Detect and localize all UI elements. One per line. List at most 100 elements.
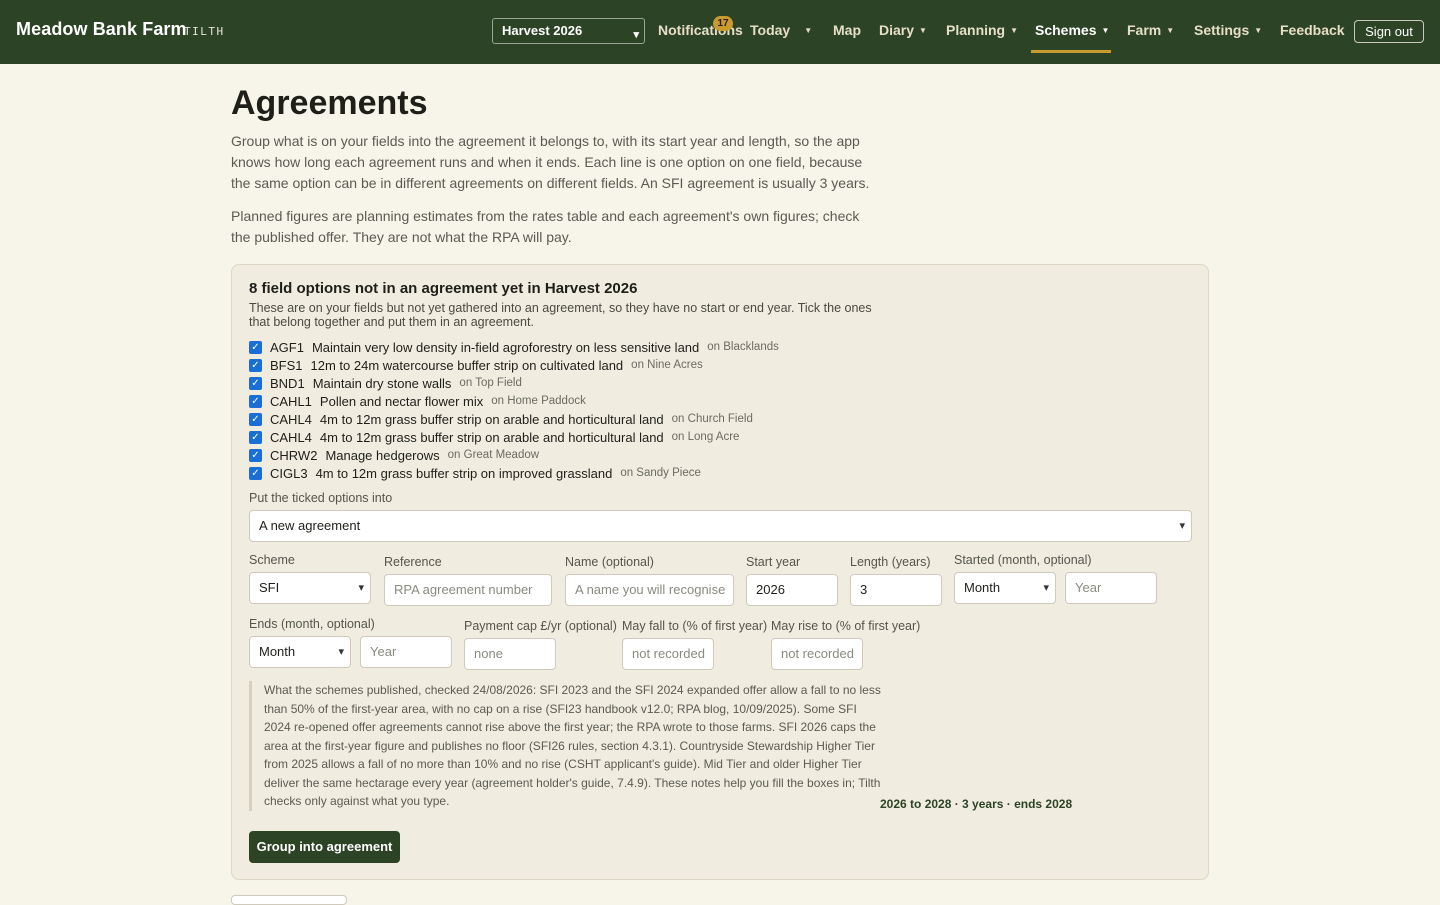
checkbox-checked[interactable]: ✓ — [249, 466, 262, 480]
option-field: on Sandy Piece — [620, 467, 701, 479]
option-field: on Home Paddock — [491, 395, 586, 407]
chevron-down-icon: ▾ — [1179, 520, 1185, 532]
option-code: CAHL1 — [270, 393, 312, 409]
chevron-down-icon: ▾ — [338, 646, 344, 658]
length-label: Length (years) — [850, 555, 931, 569]
started-month-select[interactable]: Month ▾ — [954, 572, 1056, 604]
nav-feedback[interactable]: Feedback — [1280, 22, 1345, 38]
option-code: CIGL3 — [270, 465, 308, 481]
option-title: 4m to 12m grass buffer strip on arable a… — [319, 411, 664, 427]
option-title: Maintain very low density in-field agrof… — [311, 339, 700, 355]
group-into-agreement-button[interactable]: Group into agreement — [249, 831, 400, 863]
checkbox-checked[interactable]: ✓ — [249, 412, 262, 426]
nav-map[interactable]: Map — [833, 22, 861, 38]
checkbox-checked[interactable]: ✓ — [249, 340, 262, 354]
caret-down-icon: ▼ — [1254, 26, 1263, 35]
ends-label: Ends (month, optional) — [249, 617, 375, 631]
option-code: CAHL4 — [270, 429, 312, 445]
option-title: Pollen and nectar flower mix — [319, 393, 484, 409]
checkbox-checked[interactable]: ✓ — [249, 430, 262, 444]
panel-subtitle: These are on your fields but not yet gat… — [249, 301, 872, 329]
option-title: 12m to 24m watercourse buffer strip on c… — [310, 357, 624, 373]
harvest-select[interactable]: Harvest 2026 ▾ — [492, 18, 645, 44]
checkbox-checked[interactable]: ✓ — [249, 394, 262, 408]
option-row[interactable]: ✓ BND1 Maintain dry stone walls on Top F… — [249, 374, 779, 392]
next-section-control[interactable] — [231, 895, 347, 905]
page-intro: Group what is on your fields into the ag… — [231, 133, 870, 191]
checkbox-checked[interactable]: ✓ — [249, 448, 262, 462]
may-fall-input[interactable]: not recorded — [622, 638, 714, 670]
nav-farm[interactable]: Farm ▼ — [1127, 22, 1174, 38]
option-field: on Blacklands — [707, 341, 779, 353]
nav-map-label: Map — [833, 22, 861, 38]
option-row[interactable]: ✓ CAHL4 4m to 12m grass buffer strip on … — [249, 410, 779, 428]
checkbox-checked[interactable]: ✓ — [249, 358, 262, 372]
scheme-label: Scheme — [249, 553, 295, 567]
scheme-select-value: SFI — [259, 580, 280, 595]
nav-farm-label: Farm — [1127, 22, 1162, 38]
chevron-down-icon: ▾ — [358, 582, 364, 594]
agreement-target-select[interactable]: A new agreement ▾ — [249, 510, 1192, 542]
started-month-value: Month — [964, 580, 1001, 595]
sign-out-button[interactable]: Sign out — [1354, 20, 1424, 43]
nav-diary-label: Diary — [879, 22, 915, 38]
scheme-select[interactable]: SFI ▾ — [249, 572, 371, 604]
page-intro-disclaimer: Planned figures are planning estimates f… — [231, 208, 860, 245]
caret-down-icon: ▼ — [1101, 26, 1110, 35]
caret-down-icon: ▼ — [1166, 26, 1175, 35]
option-field: on Church Field — [671, 413, 753, 425]
ends-year-input[interactable]: Year — [360, 636, 452, 668]
option-list: ✓ AGF1 Maintain very low density in-fiel… — [249, 338, 779, 482]
option-code: BND1 — [270, 375, 305, 391]
option-title: Maintain dry stone walls — [312, 375, 452, 391]
checkbox-checked[interactable]: ✓ — [249, 376, 262, 390]
start-year-label: Start year — [746, 555, 801, 569]
unassigned-options-panel: 8 field options not in an agreement yet … — [231, 264, 1209, 880]
brand-tag: TILTH — [184, 25, 225, 38]
length-input[interactable]: 3 — [850, 574, 942, 606]
agreement-period-summary: 2026 to 2028 · 3 years · ends 2028 — [880, 797, 1073, 811]
option-field: on Great Meadow — [447, 449, 540, 461]
notification-count-badge: 17 — [713, 16, 733, 31]
option-row[interactable]: ✓ CAHL1 Pollen and nectar flower mix on … — [249, 392, 779, 410]
option-field: on Top Field — [459, 377, 522, 389]
brand-name[interactable]: Meadow Bank Farm — [16, 19, 187, 40]
top-navbar: Meadow Bank Farm TILTH Harvest 2026 ▾ No… — [0, 0, 1440, 64]
may-fall-label: May fall to (% of first year) — [622, 619, 768, 633]
may-rise-input[interactable]: not recorded — [771, 638, 863, 670]
caret-down-icon: ▼ — [804, 26, 813, 35]
nav-schemes[interactable]: Schemes ▼ — [1035, 22, 1109, 38]
option-row[interactable]: ✓ CAHL4 4m to 12m grass buffer strip on … — [249, 428, 779, 446]
agreement-target-value: A new agreement — [259, 518, 361, 533]
option-title: 4m to 12m grass buffer strip on improved… — [315, 465, 613, 481]
reference-label: Reference — [384, 555, 442, 569]
started-year-input[interactable]: Year — [1065, 572, 1157, 604]
nav-settings-label: Settings — [1194, 22, 1250, 38]
started-label: Started (month, optional) — [954, 553, 1092, 567]
reference-input[interactable]: RPA agreement number — [384, 574, 552, 606]
option-code: BFS1 — [270, 357, 303, 373]
option-field: on Nine Acres — [631, 359, 703, 371]
nav-diary[interactable]: Diary ▼ — [879, 22, 927, 38]
nav-planning[interactable]: Planning ▼ — [946, 22, 1018, 38]
caret-down-icon: ▼ — [919, 26, 927, 35]
start-year-input[interactable]: 2026 — [746, 574, 838, 606]
option-field: on Long Acre — [671, 431, 740, 443]
ends-month-select[interactable]: Month ▾ — [249, 636, 351, 668]
chevron-down-icon: ▾ — [1043, 582, 1049, 594]
option-code: CAHL4 — [270, 411, 312, 427]
name-input[interactable]: A name you will recognise — [565, 574, 734, 606]
option-code: AGF1 — [270, 339, 304, 355]
into-label: Put the ticked options into — [249, 491, 393, 505]
payment-cap-label: Payment cap £/yr (optional) — [464, 619, 617, 633]
nav-settings[interactable]: Settings ▼ — [1194, 22, 1262, 38]
option-row[interactable]: ✓ BFS1 12m to 24m watercourse buffer str… — [249, 356, 779, 374]
payment-cap-input[interactable]: none — [464, 638, 556, 670]
option-row[interactable]: ✓ CIGL3 4m to 12m grass buffer strip on … — [249, 464, 779, 482]
nav-today[interactable]: Today ▼ — [750, 22, 812, 38]
option-row[interactable]: ✓ CHRW2 Manage hedgerows on Great Meadow — [249, 446, 779, 464]
option-row[interactable]: ✓ AGF1 Maintain very low density in-fiel… — [249, 338, 779, 356]
option-title: 4m to 12m grass buffer strip on arable a… — [319, 429, 664, 445]
name-label: Name (optional) — [565, 555, 654, 569]
option-title: Manage hedgerows — [325, 447, 440, 463]
